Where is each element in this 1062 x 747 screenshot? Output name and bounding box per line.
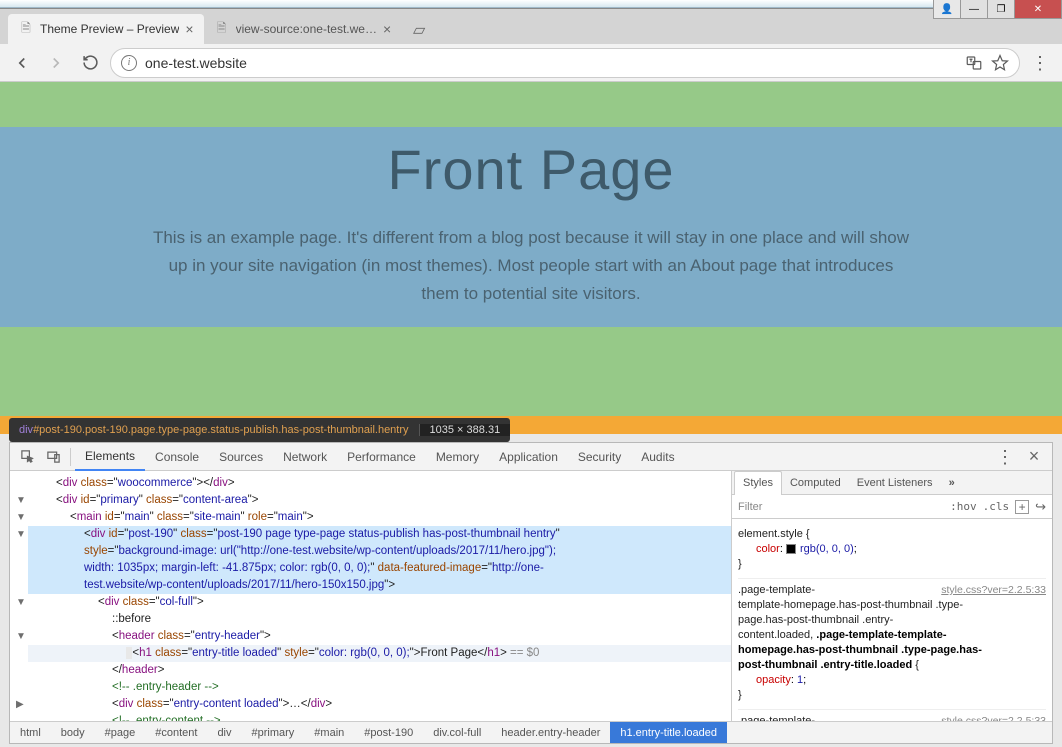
- devtools-tab-network[interactable]: Network: [273, 443, 337, 471]
- elements-panel: <div class="woocommerce"></div> ▼<div id…: [10, 471, 732, 721]
- page-content: Front Page This is an example page. It's…: [0, 82, 1062, 434]
- inspect-element-button[interactable]: [14, 444, 40, 470]
- window-titlebar: 👤 — ❐ ✕: [0, 0, 1062, 8]
- browser-toolbar: i one-test.website ⋮: [0, 44, 1062, 82]
- device-toolbar-button[interactable]: [40, 444, 66, 470]
- tooltip-tag: div: [19, 424, 33, 436]
- minimize-button[interactable]: —: [960, 0, 988, 19]
- crumb[interactable]: #main: [304, 722, 354, 744]
- crumb[interactable]: header.entry-header: [491, 722, 610, 744]
- tab-strip: 🗎 Theme Preview – Preview × 🗎 view-sourc…: [0, 8, 1062, 44]
- devtools-tab-security[interactable]: Security: [568, 443, 631, 471]
- css-value: rgb(0, 0, 0): [800, 543, 854, 555]
- styles-filter-input[interactable]: Filter: [738, 501, 944, 513]
- crumb[interactable]: #primary: [242, 722, 305, 744]
- styles-tab-computed[interactable]: Computed: [782, 471, 849, 495]
- translate-icon[interactable]: [965, 54, 983, 72]
- styles-tab-listeners[interactable]: Event Listeners: [849, 471, 941, 495]
- back-button[interactable]: [8, 49, 36, 77]
- reload-button[interactable]: [76, 49, 104, 77]
- crumb[interactable]: #content: [145, 722, 207, 744]
- devtools-tab-performance[interactable]: Performance: [337, 443, 426, 471]
- inspect-tooltip: div#post-190.post-190.page.type-page.sta…: [9, 418, 510, 442]
- devtools-tab-memory[interactable]: Memory: [426, 443, 489, 471]
- page-icon: 🗎: [214, 21, 230, 37]
- styles-filter-bar: Filter :hov .cls + ↪: [732, 495, 1052, 519]
- tab-label: view-source:one-test.we…: [236, 22, 377, 36]
- crumb[interactable]: div: [207, 722, 241, 744]
- css-property: color: [738, 543, 780, 555]
- rule-selector: element.style {: [738, 527, 1046, 542]
- dom-tree[interactable]: <div class="woocommerce"></div> ▼<div id…: [10, 471, 731, 721]
- new-tab-button[interactable]: ▱: [407, 18, 431, 42]
- maximize-button[interactable]: ❐: [987, 0, 1015, 19]
- page-viewport: Front Page This is an example page. It's…: [0, 82, 1062, 434]
- css-rules[interactable]: element.style { color: rgb(0, 0, 0); } s…: [732, 519, 1052, 721]
- tooltip-dimensions: 1035 × 388.31: [419, 424, 511, 436]
- css-property: opacity: [738, 674, 791, 686]
- site-info-icon[interactable]: i: [121, 55, 137, 71]
- url-text: one-test.website: [145, 55, 957, 71]
- pin-icon[interactable]: ↪: [1035, 499, 1046, 515]
- devtools-tab-application[interactable]: Application: [489, 443, 568, 471]
- css-value: 1: [797, 674, 803, 686]
- color-swatch[interactable]: [786, 544, 796, 554]
- forward-button[interactable]: [42, 49, 70, 77]
- devtools-panel: Elements Console Sources Network Perform…: [9, 442, 1053, 744]
- tab-label: Theme Preview – Preview: [40, 22, 179, 36]
- crumb[interactable]: #page: [95, 722, 146, 744]
- address-bar[interactable]: i one-test.website: [110, 48, 1020, 78]
- styles-tab-more[interactable]: »: [941, 471, 963, 495]
- styles-tab-styles[interactable]: Styles: [734, 471, 782, 495]
- devtools-tab-bar: Elements Console Sources Network Perform…: [10, 443, 1052, 471]
- stylesheet-link[interactable]: style.css?ver=2.2.5:33: [941, 714, 1046, 721]
- devtools-tab-sources[interactable]: Sources: [209, 443, 273, 471]
- crumb[interactable]: div.col-full: [423, 722, 491, 744]
- page-icon: 🗎: [18, 21, 34, 37]
- dom-breadcrumb: html body #page #content div #primary #m…: [10, 721, 1052, 743]
- crumb[interactable]: html: [10, 722, 51, 744]
- bookmark-star-icon[interactable]: [991, 54, 1009, 72]
- crumb[interactable]: body: [51, 722, 95, 744]
- user-button[interactable]: 👤: [933, 0, 961, 19]
- close-tab-icon[interactable]: ×: [383, 21, 391, 37]
- devtools-tab-elements[interactable]: Elements: [75, 443, 145, 471]
- crumb-active[interactable]: h1.entry-title.loaded: [610, 722, 727, 744]
- tooltip-selector: #post-190.post-190.page.type-page.status…: [33, 424, 408, 436]
- devtools-close-button[interactable]: ×: [1020, 443, 1048, 471]
- close-window-button[interactable]: ✕: [1014, 0, 1062, 19]
- browser-menu-button[interactable]: ⋮: [1026, 49, 1054, 77]
- page-heading: Front Page: [0, 137, 1062, 202]
- stylesheet-link[interactable]: style.css?ver=2.2.5:33: [941, 583, 1046, 598]
- devtools-menu-button[interactable]: ⋮: [990, 448, 1020, 466]
- new-rule-button[interactable]: +: [1015, 500, 1029, 514]
- styles-panel: Styles Computed Event Listeners » Filter…: [732, 471, 1052, 721]
- class-toggle[interactable]: .cls: [983, 500, 1010, 513]
- crumb[interactable]: #post-190: [354, 722, 423, 744]
- close-tab-icon[interactable]: ×: [185, 21, 193, 37]
- devtools-tab-console[interactable]: Console: [145, 443, 209, 471]
- browser-tab[interactable]: 🗎 view-source:one-test.we… ×: [204, 14, 402, 44]
- hover-toggle[interactable]: :hov: [950, 500, 977, 513]
- browser-tab-active[interactable]: 🗎 Theme Preview – Preview ×: [8, 14, 204, 44]
- styles-tab-bar: Styles Computed Event Listeners »: [732, 471, 1052, 495]
- page-description: This is an example page. It's different …: [151, 224, 911, 308]
- devtools-tab-audits[interactable]: Audits: [631, 443, 684, 471]
